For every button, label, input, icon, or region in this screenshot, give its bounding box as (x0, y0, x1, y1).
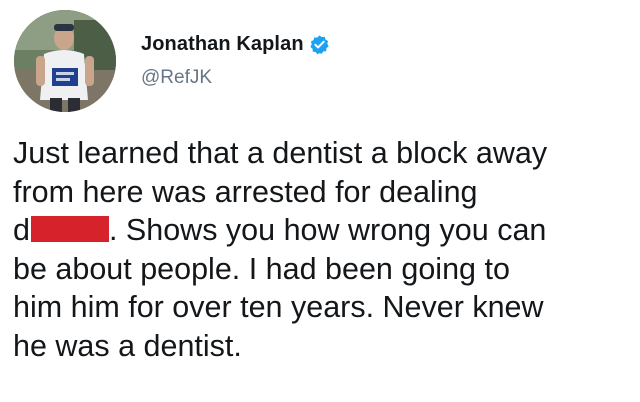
author-identity: Jonathan Kaplan @RefJK (141, 29, 330, 89)
tweet-line-5: him him for over ten years. Never knew (13, 290, 544, 324)
tweet-line-4: be about people. I had been going to (13, 251, 510, 286)
tweet-line-1: Just learned that a dentist a block away (13, 136, 548, 170)
tweet-line-2: from here was arrested for dealing (13, 174, 478, 209)
redaction-box (30, 216, 109, 242)
tweet-header: Jonathan Kaplan @RefJK (14, 10, 330, 112)
user-handle[interactable]: @RefJK (141, 67, 330, 89)
display-name[interactable]: Jonathan Kaplan (141, 33, 304, 56)
verified-badge-icon (309, 34, 330, 55)
tweet-screenshot: Jonathan Kaplan @RefJK Just learned that… (0, 0, 640, 402)
tweet-line-3-end: . Shows you how wrong you can (108, 213, 547, 247)
tweet-line-3-start: d (13, 213, 30, 247)
tweet-line-6: he was a dentist. (13, 328, 242, 363)
tweet-line-3: d . Shows you how wrong you can (13, 211, 633, 250)
avatar-photo (14, 10, 116, 112)
name-row: Jonathan Kaplan (141, 29, 330, 59)
tweet-text: Just learned that a dentist a block away… (13, 134, 633, 365)
avatar[interactable] (14, 10, 116, 112)
